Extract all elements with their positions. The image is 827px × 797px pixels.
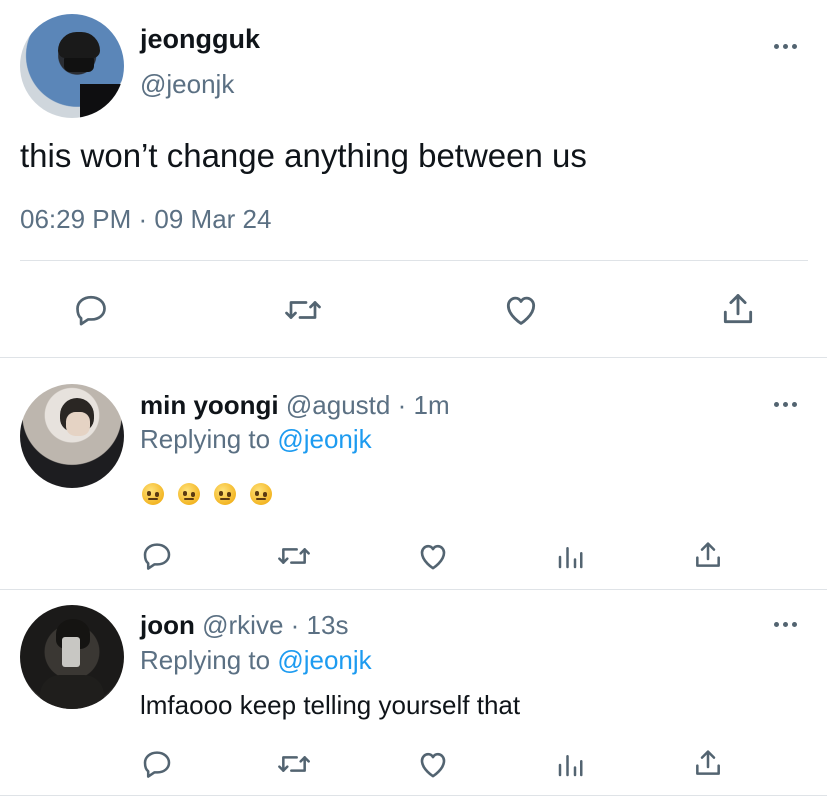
like-icon[interactable] [416, 748, 450, 781]
reply-display-name[interactable]: joon [140, 610, 195, 640]
more-icon[interactable] [774, 44, 797, 49]
retweet-icon[interactable] [283, 292, 323, 328]
more-icon[interactable] [774, 402, 797, 407]
analytics-icon[interactable] [555, 542, 585, 572]
share-icon[interactable] [692, 539, 724, 571]
replying-mention[interactable]: @jeonjk [277, 645, 371, 675]
avatar-jeongguk[interactable] [20, 14, 124, 118]
share-icon[interactable] [692, 747, 724, 779]
reply-icon[interactable] [141, 748, 173, 780]
raised-eyebrow-emoji-graphic [214, 483, 236, 505]
main-timestamp[interactable]: 06:29 PM · 09 Mar 24 [20, 204, 271, 235]
reply-text: lmfaooo keep telling yourself that [140, 690, 521, 720]
reply-time[interactable]: · 1m [398, 390, 450, 420]
avatar-min-yoongi[interactable] [20, 384, 124, 488]
replying-label: Replying to [140, 645, 271, 675]
divider [20, 260, 808, 261]
reply-handle[interactable]: @agustd [286, 390, 390, 420]
divider [0, 795, 827, 796]
share-icon[interactable] [719, 290, 757, 328]
reply-icon[interactable] [141, 540, 173, 572]
raised-eyebrow-emoji-graphic [142, 483, 164, 505]
retweet-icon[interactable] [276, 748, 312, 780]
divider [0, 357, 827, 358]
main-display-name[interactable]: jeongguk [140, 24, 260, 55]
raised-eyebrow-emoji-graphic [178, 483, 200, 505]
replying-to: Replying to @jeonjk [140, 645, 372, 676]
avatar-joon[interactable] [20, 605, 124, 709]
reply-icon[interactable] [73, 292, 109, 328]
retweet-icon[interactable] [276, 540, 312, 572]
reply-display-name[interactable]: min yoongi [140, 390, 279, 420]
replying-label: Replying to [140, 424, 271, 454]
like-icon[interactable] [416, 540, 450, 573]
reply-header: min yoongi @agustd · 1m [140, 390, 450, 421]
analytics-icon[interactable] [555, 750, 585, 780]
more-icon[interactable] [774, 622, 797, 627]
reply-emoji-row: 🤨 🤨 🤨 🤨 [142, 483, 286, 505]
reply-handle[interactable]: @rkive [202, 610, 283, 640]
replying-mention[interactable]: @jeonjk [277, 424, 371, 454]
main-tweet-text: this won’t change anything between us [20, 137, 587, 174]
raised-eyebrow-emoji-graphic [250, 483, 272, 505]
reply-time[interactable]: · 13s [291, 610, 349, 640]
replying-to: Replying to @jeonjk [140, 424, 372, 455]
like-icon[interactable] [501, 291, 541, 329]
divider [0, 589, 827, 590]
reply-header: joon @rkive · 13s [140, 610, 348, 641]
main-handle[interactable]: @jeonjk [140, 69, 234, 100]
